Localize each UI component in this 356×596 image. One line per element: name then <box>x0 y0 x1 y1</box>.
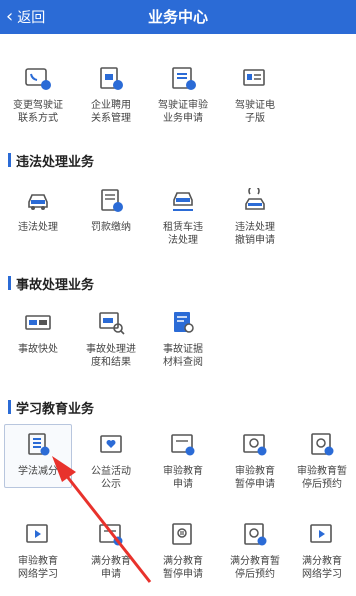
item-label: 审验教育 暂停申请 <box>235 466 275 490</box>
back-label: 返回 <box>17 10 46 26</box>
item-label: 满分教育暂 停后预约 <box>230 556 280 580</box>
item-label: 满分教育 暂停申请 <box>163 556 203 580</box>
service-review-edu-online[interactable]: 审验教育 网络学习 <box>2 522 74 581</box>
page-title: 业务中心 <box>147 8 208 26</box>
car-icon <box>23 188 53 214</box>
collision-icon <box>23 310 53 336</box>
pause-screen-icon <box>240 432 270 458</box>
play-screen-icon <box>23 522 53 548</box>
receipt-icon <box>96 188 126 214</box>
service-accident-progress[interactable]: 事故处理进 度和结果 <box>75 310 147 369</box>
document-lock-icon <box>96 66 126 92</box>
item-label: 审验教育 网络学习 <box>18 556 58 580</box>
search-document-icon <box>96 310 126 336</box>
service-fine-payment[interactable]: 罚款缴纳 <box>75 188 147 234</box>
service-violation-handling[interactable]: 违法处理 <box>2 188 74 234</box>
document-icon <box>168 432 198 458</box>
section-bar <box>8 276 11 290</box>
item-label: 罚款缴纳 <box>91 222 131 233</box>
item-label: 驾驶证电 子版 <box>235 100 275 124</box>
section-title: 违法处理业务 <box>16 154 95 170</box>
section-bar <box>8 400 11 414</box>
play-screen-icon <box>307 522 337 548</box>
item-label: 违法处理 <box>18 222 58 233</box>
back-button[interactable]: ‹ 返回 <box>6 0 45 34</box>
section-bar <box>8 153 11 167</box>
car-undo-icon <box>240 188 270 214</box>
item-label: 事故处理进 度和结果 <box>86 344 136 368</box>
item-label: 变更驾驶证 联系方式 <box>13 100 63 124</box>
service-accident-quick[interactable]: 事故快处 <box>2 310 74 356</box>
service-study-deduct-points[interactable]: 学法减分 <box>2 432 74 478</box>
service-full-edu-apply[interactable]: 满分教育 申请 <box>75 522 147 581</box>
item-label: 满分教育 申请 <box>91 556 131 580</box>
phone-card-icon <box>23 66 53 92</box>
header-bar: ‹ 返回 业务中心 <box>0 0 356 34</box>
item-label: 公益活动 公示 <box>91 466 131 490</box>
evidence-search-icon <box>168 310 198 336</box>
item-label: 租赁车违 法处理 <box>163 222 203 246</box>
id-card-icon <box>240 66 270 92</box>
item-label: 违法处理 撤销申请 <box>235 222 275 246</box>
item-label: 满分教育 网络学习 <box>302 556 342 580</box>
item-label: 审验教育 申请 <box>163 466 203 490</box>
service-accident-evidence[interactable]: 事故证据 材料查阅 <box>147 310 219 369</box>
section-accident: 事故处理业务 <box>8 273 94 293</box>
item-label: 驾驶证审验 业务申请 <box>158 100 208 124</box>
service-e-license[interactable]: 驾驶证电 子版 <box>219 66 291 125</box>
checklist-icon <box>23 432 53 458</box>
service-review-edu-book[interactable]: 审验教育暂 停后预约 <box>286 432 356 491</box>
item-label: 学法减分 <box>18 466 58 477</box>
section-education: 学习教育业务 <box>8 397 94 417</box>
service-public-activity[interactable]: 公益活动 公示 <box>75 432 147 491</box>
service-review-edu-apply[interactable]: 审验教育 申请 <box>147 432 219 491</box>
item-label: 事故证据 材料查阅 <box>163 344 203 368</box>
item-label: 企业聘用 关系管理 <box>91 100 131 124</box>
service-full-edu-book[interactable]: 满分教育暂 停后预约 <box>219 522 291 581</box>
section-violation: 违法处理业务 <box>8 150 94 170</box>
heart-screen-icon <box>96 432 126 458</box>
service-full-edu-online[interactable]: 满分教育 网络学习 <box>286 522 356 581</box>
chevron-left-icon: ‹ <box>6 6 14 27</box>
pause-document-icon <box>168 522 198 548</box>
service-violation-revoke[interactable]: 违法处理 撤销申请 <box>219 188 291 247</box>
item-label: 事故快处 <box>18 344 58 355</box>
document-list-icon <box>168 66 198 92</box>
service-review-edu-pause[interactable]: 审验教育 暂停申请 <box>219 432 291 491</box>
service-rental-violation[interactable]: 租赁车违 法处理 <box>147 188 219 247</box>
document-icon <box>96 522 126 548</box>
service-license-review[interactable]: 驾驶证审验 业务申请 <box>147 66 219 125</box>
service-enterprise-employment[interactable]: 企业聘用 关系管理 <box>75 66 147 125</box>
service-change-contact[interactable]: 变更驾驶证 联系方式 <box>2 66 74 125</box>
service-full-edu-pause[interactable]: 满分教育 暂停申请 <box>147 522 219 581</box>
clock-document-icon <box>307 432 337 458</box>
clock-document-icon <box>240 522 270 548</box>
section-title: 事故处理业务 <box>16 277 95 293</box>
item-label: 审验教育暂 停后预约 <box>297 466 347 490</box>
rental-car-icon <box>168 188 198 214</box>
section-title: 学习教育业务 <box>16 401 95 417</box>
